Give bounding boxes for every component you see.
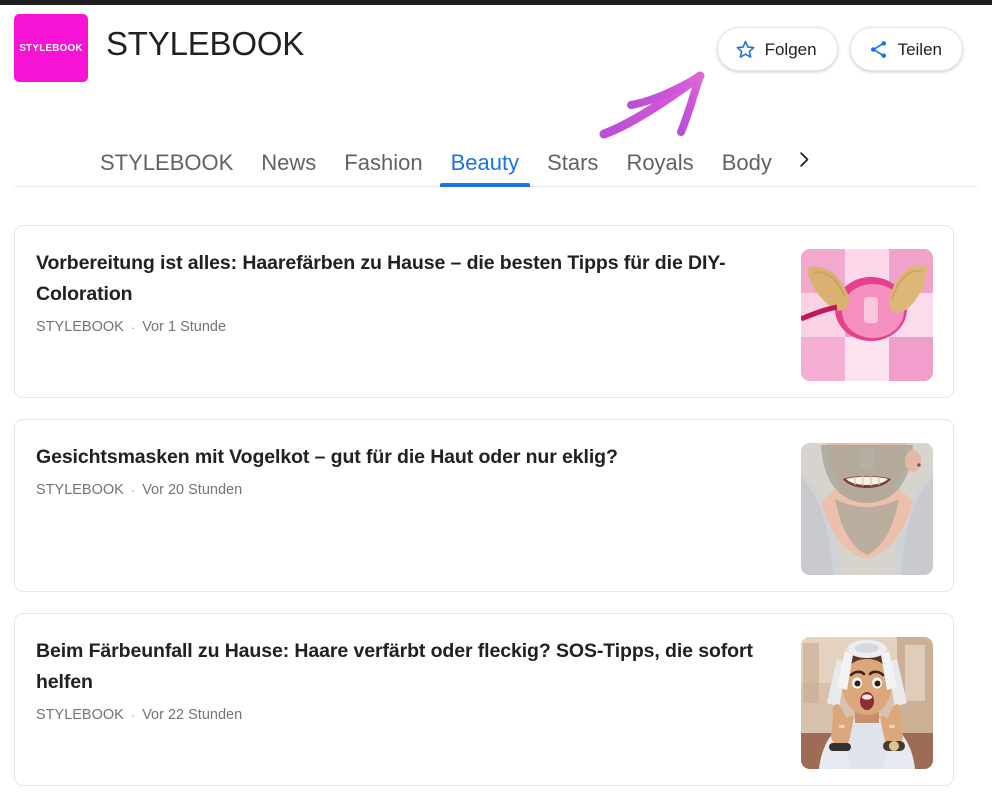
tab-body[interactable]: Body [708,152,786,187]
article-meta: STYLEBOOK · Vor 20 Stunden [36,482,796,498]
article-thumbnail [801,637,933,769]
meta-separator: · [130,707,136,723]
article-body: Gesichtsmasken mit Vogelkot – gut für di… [36,442,796,498]
article-thumbnail [801,249,933,381]
header-actions: Folgen Teilen [716,27,963,71]
article-meta: STYLEBOOK · Vor 1 Stunde [36,319,796,335]
tab-beauty[interactable]: Beauty [437,152,534,187]
article-time: Vor 20 Stunden [142,482,243,498]
article-source: STYLEBOOK [36,707,124,723]
meta-separator: · [130,482,136,498]
article-card[interactable]: Gesichtsmasken mit Vogelkot – gut für di… [14,419,954,592]
meta-separator: · [130,319,136,335]
tab-stars[interactable]: Stars [533,152,612,187]
page-title: STYLEBOOK [106,25,305,62]
article-time: Vor 22 Stunden [142,707,243,723]
article-title: Beim Färbeunfall zu Hause: Haare verfärb… [36,640,753,693]
tab-royals[interactable]: Royals [612,152,707,187]
tabs-next-button[interactable] [786,150,823,187]
article-body: Vorbereitung ist alles: Haarefärben zu H… [36,248,796,335]
category-tabs: STYLEBOOK News Fashion Beauty Stars Roya… [0,130,992,187]
publisher-logo-text: STYLEBOOK [19,42,83,54]
article-source: STYLEBOOK [36,319,124,335]
follow-button[interactable]: Folgen [716,27,838,71]
tabs-list: STYLEBOOK News Fashion Beauty Stars Roya… [86,130,823,187]
share-button-label: Teilen [897,39,942,59]
article-time: Vor 1 Stunde [142,319,227,335]
star-outline-icon [735,39,756,60]
share-button[interactable]: Teilen [849,27,963,71]
article-thumbnail [801,443,933,575]
chevron-right-icon [794,150,813,174]
article-feed: Vorbereitung ist alles: Haarefärben zu H… [14,225,954,807]
article-title: Vorbereitung ist alles: Haarefärben zu H… [36,252,726,305]
article-source: STYLEBOOK [36,482,124,498]
article-card[interactable]: Beim Färbeunfall zu Hause: Haare verfärb… [14,613,954,786]
article-title: Gesichtsmasken mit Vogelkot – gut für di… [36,446,618,468]
article-body: Beim Färbeunfall zu Hause: Haare verfärb… [36,636,796,723]
follow-button-label: Folgen [764,39,817,59]
tab-fashion[interactable]: Fashion [330,152,436,187]
article-meta: STYLEBOOK · Vor 22 Stunden [36,707,796,723]
share-icon [868,39,889,60]
article-card[interactable]: Vorbereitung ist alles: Haarefärben zu H… [14,225,954,398]
publisher-logo: STYLEBOOK [14,14,88,82]
publisher-header: STYLEBOOK STYLEBOOK Folgen Teilen [0,5,992,125]
tab-stylebook[interactable]: STYLEBOOK [86,152,247,187]
tab-news[interactable]: News [247,152,330,187]
